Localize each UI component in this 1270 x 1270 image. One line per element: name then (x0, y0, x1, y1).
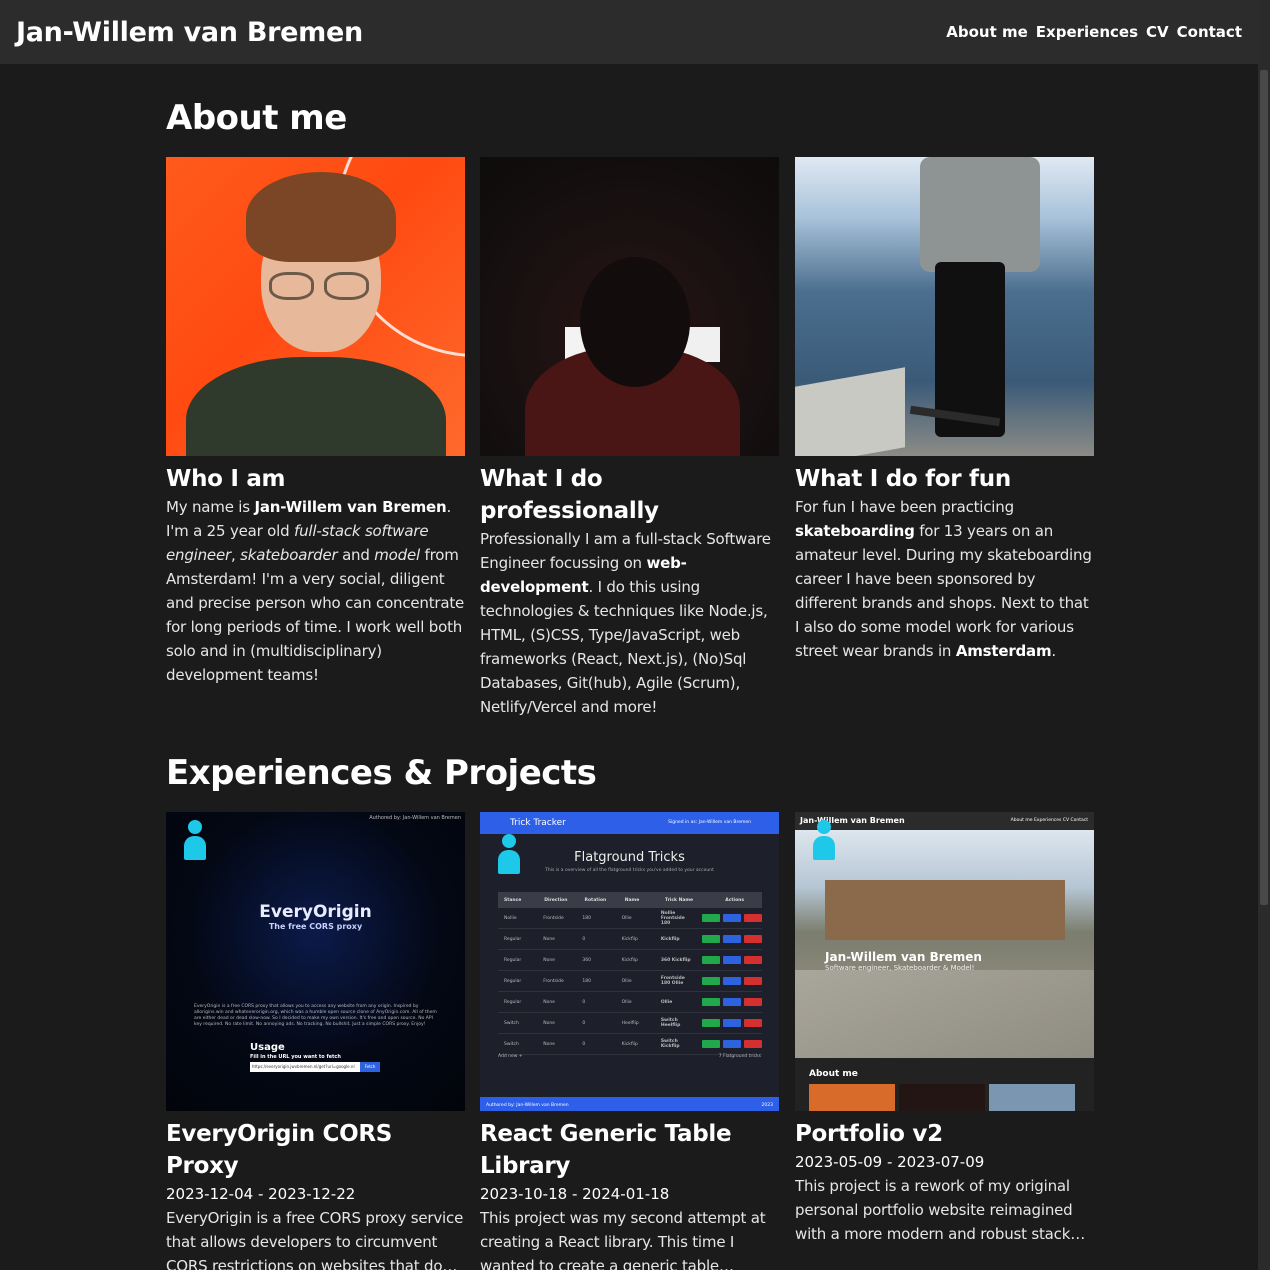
table-row: Switch None 0 Kickflip Switch Kickflip (498, 1034, 763, 1055)
row-action-button[interactable] (723, 1040, 742, 1048)
row-action-button[interactable] (723, 914, 742, 922)
nav-link-cv[interactable]: CV (1146, 23, 1169, 41)
table-row: Regular Frontside 180 Ollie Frontside 180 Ol… (498, 971, 763, 992)
table-row: Switch None 0 Heelflip Switch Heelflip (498, 1013, 763, 1034)
row-action-button[interactable] (723, 956, 742, 964)
row-action-button[interactable] (702, 935, 721, 943)
nav-link-about[interactable]: About me (946, 23, 1028, 41)
row-action-button[interactable] (702, 956, 721, 964)
scrollbar-thumb[interactable] (1260, 70, 1268, 905)
navbar: Jan-Willem van Bremen About me Experienc… (0, 0, 1258, 64)
card-text: This project was my second attempt at cr… (480, 1209, 766, 1270)
person-icon (813, 820, 835, 860)
card-text: For fun I have been practicing skateboar… (795, 498, 1092, 660)
row-action-button[interactable] (702, 977, 721, 985)
card-text: Professionally I am a full-stack Softwar… (480, 530, 771, 716)
card-text: This project is a rework of my original … (795, 1177, 1073, 1243)
person-icon (184, 820, 206, 860)
trick-tracker-screenshot[interactable]: Trick Tracker Signed in as: Jan-Willem v… (480, 812, 779, 1111)
about-card-who: Who I am My name is Jan-Willem van Breme… (166, 157, 465, 687)
row-action-button[interactable] (744, 1019, 763, 1027)
card-date: 2023-10-18 - 2024-01-18 (480, 1185, 670, 1203)
card-date: 2023-05-09 - 2023-07-09 (795, 1153, 985, 1171)
row-action-button[interactable] (744, 914, 763, 922)
tricks-table: Stance Direction Rotation Name Trick Nam… (498, 892, 763, 1055)
row-action-button[interactable] (723, 977, 742, 985)
everyorigin-screenshot[interactable]: Authored by: Jan-Willem van Bremen Every… (166, 812, 465, 1111)
row-action-button[interactable] (744, 935, 763, 943)
row-action-button[interactable] (744, 977, 763, 985)
experiences-section-title: Experiences & Projects (166, 753, 597, 793)
professional-image (480, 157, 779, 456)
row-action-button[interactable] (723, 935, 742, 943)
card-text: EveryOrigin is a free CORS proxy service… (166, 1209, 464, 1270)
row-action-button[interactable] (744, 1040, 763, 1048)
about-card-professional: What I do professionally Professionally … (480, 157, 779, 719)
brand-title[interactable]: Jan-Willem van Bremen (16, 17, 363, 48)
row-action-button[interactable] (744, 998, 763, 1006)
card-title[interactable]: React Generic Table Library (480, 1118, 779, 1182)
row-action-button[interactable] (744, 956, 763, 964)
row-action-button[interactable] (723, 998, 742, 1006)
nav-links: About me Experiences CV Contact (946, 23, 1242, 41)
project-card-portfolio-v2[interactable]: Jan-Willem van Bremen About me Experienc… (795, 812, 1094, 1246)
project-card-react-table[interactable]: Trick Tracker Signed in as: Jan-Willem v… (480, 812, 779, 1270)
card-title: Who I am (166, 466, 286, 492)
card-title: What I do for fun (795, 466, 1011, 492)
fun-image (795, 157, 1094, 456)
row-action-button[interactable] (702, 1019, 721, 1027)
row-action-button[interactable] (702, 914, 721, 922)
table-row: Regular None 360 Kickflip 360 Kickflip (498, 950, 763, 971)
card-title[interactable]: Portfolio v2 (795, 1118, 1094, 1150)
row-action-button[interactable] (702, 1040, 721, 1048)
table-row: Regular None 0 Ollie Ollie (498, 992, 763, 1013)
table-row: Regular None 0 Kickflip Kickflip (498, 929, 763, 950)
card-title[interactable]: EveryOrigin CORS Proxy (166, 1118, 465, 1182)
row-action-button[interactable] (723, 1019, 742, 1027)
card-title: What I do professionally (480, 466, 659, 524)
card-date: 2023-12-04 - 2023-12-22 (166, 1185, 356, 1203)
page-scrollbar[interactable] (1258, 0, 1270, 1270)
about-section-title: About me (166, 98, 347, 138)
who-i-am-image (166, 157, 465, 456)
row-action-button[interactable] (702, 998, 721, 1006)
project-card-everyorigin[interactable]: Authored by: Jan-Willem van Bremen Every… (166, 812, 465, 1270)
about-card-fun: What I do for fun For fun I have been pr… (795, 157, 1094, 663)
nav-link-experiences[interactable]: Experiences (1036, 23, 1138, 41)
table-row: Nollie Frontside 180 Ollie Nollie Frontside … (498, 908, 763, 929)
card-text: My name is Jan-Willem van Bremen. I'm a … (166, 498, 465, 684)
nav-link-contact[interactable]: Contact (1177, 23, 1242, 41)
portfolio-v2-screenshot[interactable]: Jan-Willem van Bremen About me Experienc… (795, 812, 1094, 1111)
